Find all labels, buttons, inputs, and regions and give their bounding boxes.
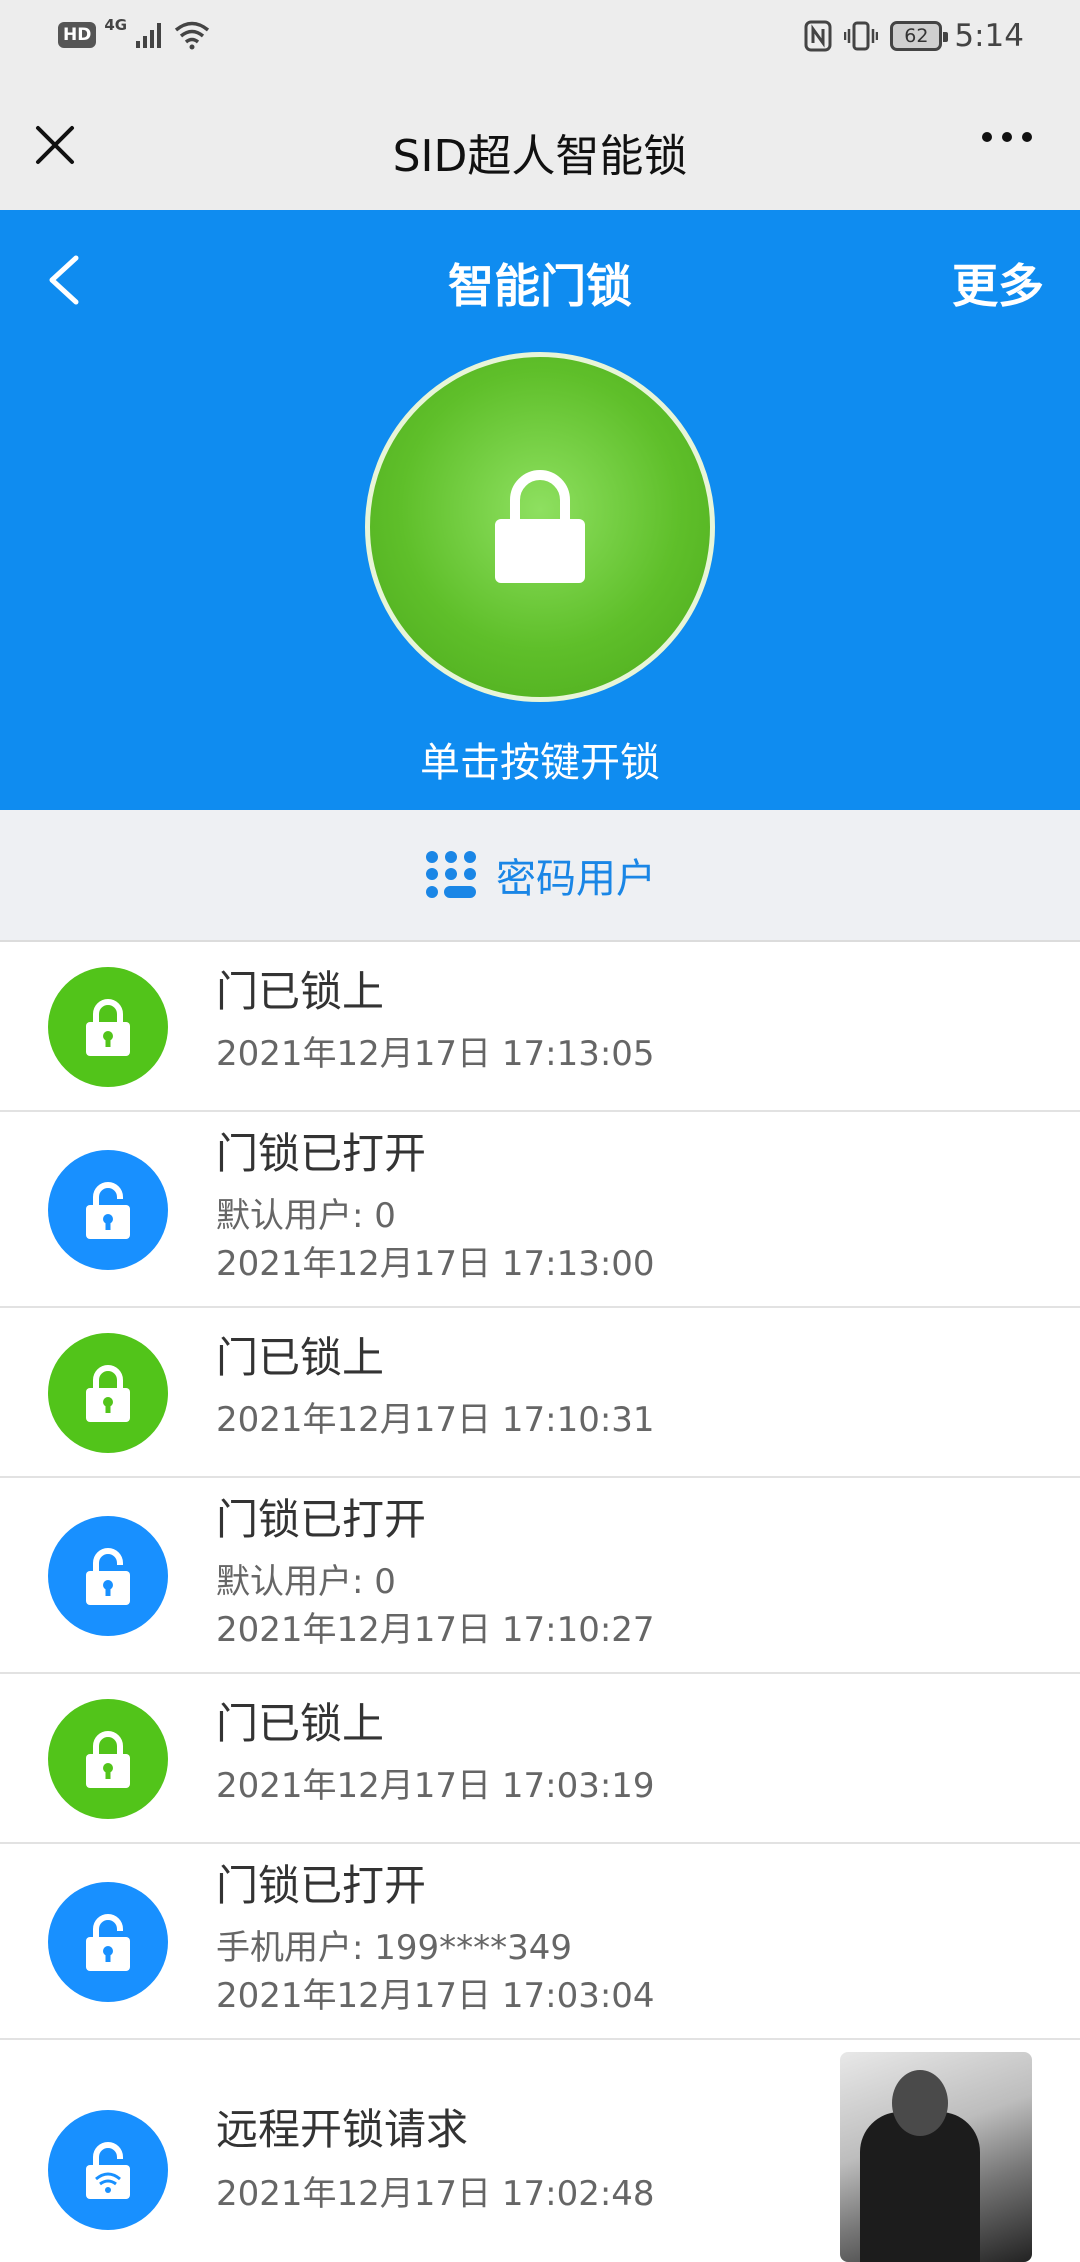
more-dot-icon <box>982 132 992 142</box>
lock-header: 智能门锁 更多 单击按键开锁 <box>0 210 1080 810</box>
lock-records-list: 门已锁上 2021年12月17日 17:13:05 门锁已打开 默认用户: 0 … <box>0 942 1080 2262</box>
record-title: 门锁已打开 <box>216 1861 427 1910</box>
record-text: 门锁已打开 手机用户: 199****349 2021年12月17日 17:03… <box>216 1858 655 2020</box>
wifi-icon <box>174 21 210 50</box>
record-item[interactable]: 门锁已打开 手机用户: 199****349 2021年12月17日 17:03… <box>0 1844 1080 2040</box>
more-dot-icon <box>1022 132 1032 142</box>
lock-open-icon <box>48 1882 168 2002</box>
record-item[interactable]: 远程开锁请求 2021年12月17日 17:02:48 <box>0 2040 1080 2262</box>
record-time: 2021年12月17日 17:03:04 <box>216 1976 655 2016</box>
battery-level: 62 <box>904 25 929 47</box>
lock-open-icon <box>48 1516 168 1636</box>
wechat-title-bar: SID超人智能锁 <box>0 82 1080 210</box>
status-left: HD 4G <box>58 16 211 50</box>
lock-closed-icon <box>48 967 168 1087</box>
battery-indicator: 62 <box>890 21 949 51</box>
lock-closed-icon <box>48 1333 168 1453</box>
record-text: 门已锁上 2021年12月17日 17:10:31 <box>216 1330 655 1444</box>
status-bar: HD 4G 62 5:14 <box>0 0 1080 82</box>
record-time: 2021年12月17日 17:02:48 <box>216 2174 655 2214</box>
record-item[interactable]: 门已锁上 2021年12月17日 17:10:31 <box>0 1308 1080 1478</box>
record-item[interactable]: 门锁已打开 默认用户: 0 2021年12月17日 17:13:00 <box>0 1112 1080 1308</box>
vibrate-icon <box>844 21 879 51</box>
nfc-icon <box>804 20 832 52</box>
record-title: 门已锁上 <box>216 1699 385 1748</box>
record-text: 门锁已打开 默认用户: 0 2021年12月17日 17:10:27 <box>216 1492 655 1654</box>
record-title: 门锁已打开 <box>216 1495 427 1544</box>
record-user: 默认用户: 0 <box>216 1562 396 1602</box>
record-time: 2021年12月17日 17:13:00 <box>216 1244 655 1284</box>
keypad-icon <box>426 851 476 898</box>
page-title: 智能门锁 <box>448 259 632 313</box>
record-time: 2021年12月17日 17:13:05 <box>216 1034 655 1074</box>
hd-badge: HD <box>58 22 97 48</box>
record-title: 门已锁上 <box>216 1333 385 1382</box>
unlock-button[interactable] <box>365 352 715 702</box>
snapshot-thumbnail[interactable] <box>840 2052 1032 2262</box>
status-right: 62 5:14 <box>804 18 1024 54</box>
clock: 5:14 <box>954 18 1024 54</box>
record-text: 门已锁上 2021年12月17日 17:13:05 <box>216 964 655 1078</box>
miniapp-title: SID超人智能锁 <box>392 131 688 182</box>
record-user: 默认用户: 0 <box>216 1196 396 1236</box>
record-text: 门锁已打开 默认用户: 0 2021年12月17日 17:13:00 <box>216 1126 655 1288</box>
record-item[interactable]: 门已锁上 2021年12月17日 17:03:19 <box>0 1674 1080 1844</box>
record-title: 门锁已打开 <box>216 1129 427 1178</box>
more-options-button[interactable] <box>982 132 1032 142</box>
password-users-button[interactable]: 密码用户 <box>0 810 1080 942</box>
record-time: 2021年12月17日 17:10:27 <box>216 1610 655 1650</box>
record-time: 2021年12月17日 17:10:31 <box>216 1400 655 1440</box>
remote-unlock-icon <box>48 2110 168 2230</box>
network-type: 4G <box>104 16 128 34</box>
record-title: 门已锁上 <box>216 967 385 1016</box>
lock-closed-icon <box>495 470 585 583</box>
signal-icon <box>136 23 162 48</box>
password-users-label: 密码用户 <box>496 856 656 902</box>
record-text: 门已锁上 2021年12月17日 17:03:19 <box>216 1696 655 1810</box>
lock-open-icon <box>48 1150 168 1270</box>
record-item[interactable]: 门锁已打开 默认用户: 0 2021年12月17日 17:10:27 <box>0 1478 1080 1674</box>
more-menu-button[interactable]: 更多 <box>952 250 1044 316</box>
more-dot-icon <box>1002 132 1012 142</box>
lock-closed-icon <box>48 1699 168 1819</box>
snapshot-head <box>892 2070 948 2136</box>
record-title: 远程开锁请求 <box>216 2105 469 2154</box>
record-user: 手机用户: 199****349 <box>216 1928 573 1968</box>
record-time: 2021年12月17日 17:03:19 <box>216 1766 655 1806</box>
record-item[interactable]: 门已锁上 2021年12月17日 17:13:05 <box>0 942 1080 1112</box>
unlock-hint: 单击按键开锁 <box>420 740 660 786</box>
record-text: 远程开锁请求 2021年12月17日 17:02:48 <box>216 2102 655 2218</box>
